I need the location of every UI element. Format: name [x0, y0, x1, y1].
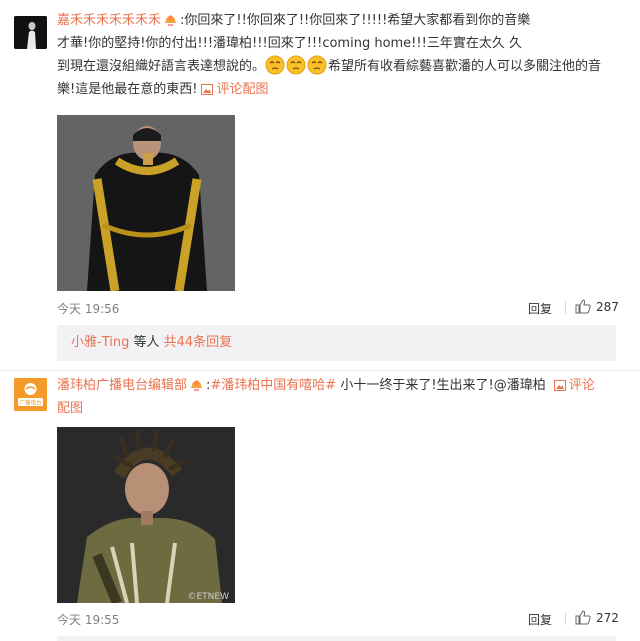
thumbs-up-icon [575, 610, 591, 625]
view-pic-label: 评论 [568, 378, 595, 393]
vip-badge-icon [191, 380, 203, 391]
photo-watermark: ©ETNEW [187, 592, 229, 602]
thumbs-up-icon [575, 299, 591, 314]
comment-image[interactable] [57, 115, 235, 292]
avatar-text: 广播电台 [19, 399, 42, 407]
reply-user-link[interactable]: 小雅-Ting [71, 335, 129, 350]
reply-button[interactable]: 回复 [528, 300, 552, 317]
avatar[interactable] [14, 16, 47, 49]
comment-line-4: 希望所有收看綜藝喜歡潘的人可以多關注他的音 [328, 59, 602, 74]
divider [565, 612, 566, 625]
topic-link[interactable]: #潘玮柏中国有嘻哈# [210, 378, 336, 393]
like-button[interactable]: 272 [575, 610, 619, 625]
view-comment-image-link[interactable]: 评论 [550, 378, 595, 393]
image-icon [553, 380, 566, 391]
reply-thread-mid: 等人 [133, 335, 160, 350]
like-button[interactable]: 287 [575, 299, 619, 314]
comment-time: 今天 19:55 [57, 613, 120, 627]
avatar[interactable]: 广播电台 [14, 378, 47, 411]
tired-face-emoji-icon [307, 55, 327, 75]
comment-time: 今天 19:56 [57, 302, 120, 316]
username-link[interactable]: 潘玮柏广播电台编辑部 [57, 378, 187, 393]
comment-text: 嘉禾禾禾禾禾禾禾 :你回來了!!你回來了!!你回來了!!!!!希望大家都看到你的音… [57, 9, 617, 101]
comment-text: 潘玮柏广播电台编辑部:#潘玮柏中国有嘻哈# 小十一终于来了!生出来了!@潘瑋柏 … [57, 374, 617, 420]
reply-thread-summary [57, 636, 616, 641]
reply-count-link[interactable]: 共44条回复 [164, 335, 233, 350]
comment-line-1: 小十一终于来了!生出来了!@潘瑋柏 [336, 378, 550, 393]
image-icon [201, 84, 214, 95]
reply-button[interactable]: 回复 [528, 611, 552, 628]
comment-image[interactable]: ©ETNEW [57, 427, 235, 605]
view-comment-image-link[interactable]: 评论配图 [197, 82, 268, 97]
comment-line-3: 到現在還沒組織好語言表達想說的。 [57, 59, 266, 74]
divider [565, 301, 566, 314]
username-link[interactable]: 嘉禾禾禾禾禾禾禾 [57, 13, 161, 28]
comment-line-5: 樂!這是他最在意的東西! [57, 82, 198, 97]
like-count: 272 [596, 611, 619, 625]
tired-face-emoji-icon [286, 55, 306, 75]
view-pic-label-cont[interactable]: 配图 [57, 401, 83, 416]
like-count: 287 [596, 300, 619, 314]
comment-line-2: 才華!你的堅持!你的付出!!!潘瑋柏!!!回來了!!!coming home!!… [57, 36, 522, 51]
view-pic-label: 评论配图 [216, 82, 269, 97]
comment-line-1: :你回來了!!你回來了!!你回來了!!!!!希望大家都看到你的音樂 [180, 13, 531, 28]
reply-thread-summary[interactable]: 小雅-Ting 等人 共44条回复 [57, 325, 616, 361]
vip-badge-icon [165, 15, 177, 26]
tired-face-emoji-icon [265, 55, 285, 75]
comment-separator [0, 370, 640, 371]
